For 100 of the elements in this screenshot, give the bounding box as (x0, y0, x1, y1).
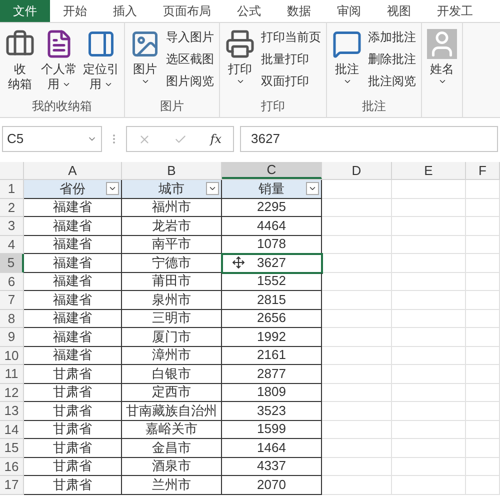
formula-field[interactable]: 3627 (240, 126, 498, 152)
ribbon-tab[interactable]: 文件 (0, 0, 50, 22)
empty-cell (322, 402, 392, 420)
empty-cell (322, 346, 392, 365)
row-header[interactable]: 11 (0, 365, 24, 384)
ribbon-tab[interactable]: 页面布局 (150, 0, 224, 22)
table-cell: 酒泉市 (122, 458, 222, 476)
row-header[interactable]: 4 (0, 236, 24, 254)
column-header[interactable]: D (322, 162, 392, 179)
ribbon-tab[interactable]: 审阅 (324, 0, 374, 22)
table-cell: 福建省 (24, 272, 122, 291)
column-header[interactable]: A (24, 162, 122, 179)
ribbon-button[interactable]: 选区截图 (166, 51, 214, 68)
ribbon-button[interactable]: 双面打印 (261, 73, 321, 90)
row-header[interactable]: 5 (0, 254, 24, 272)
empty-cell (322, 217, 392, 236)
filter-button[interactable] (106, 182, 119, 195)
table-cell: 福建省 (24, 217, 122, 236)
ribbon-button[interactable]: 导入图片 (166, 29, 214, 46)
ribbon-tab[interactable]: 开始 (50, 0, 100, 22)
empty-cell (466, 420, 500, 439)
ribbon-button[interactable]: 定位引 用 (81, 29, 121, 97)
panel-icon (86, 29, 116, 59)
ribbon-button[interactable]: 批注阅览 (368, 73, 416, 90)
ribbon-button[interactable]: 删除批注 (368, 51, 416, 68)
row-header[interactable]: 17 (0, 476, 24, 494)
empty-cell (322, 254, 392, 272)
table-cell: 厦门市 (122, 328, 222, 346)
column-header[interactable]: F (466, 162, 500, 179)
ribbon-button[interactable]: 打印当前页 (261, 29, 321, 46)
printer-icon (225, 29, 255, 59)
ribbon-tab[interactable]: 数据 (274, 0, 324, 22)
empty-cell (466, 365, 500, 384)
empty-cell (322, 291, 392, 310)
table-cell: 福建省 (24, 328, 122, 346)
filter-button[interactable] (306, 182, 319, 195)
row-header[interactable]: 16 (0, 458, 24, 476)
row-header[interactable]: 10 (0, 346, 24, 365)
empty-cell (466, 217, 500, 236)
row-header[interactable]: 13 (0, 402, 24, 420)
row-header[interactable]: 1 (0, 180, 24, 198)
filter-button[interactable] (206, 182, 219, 195)
ribbon-tab[interactable]: 视图 (374, 0, 424, 22)
row-header[interactable]: 12 (0, 384, 24, 402)
table-cell: 金昌市 (122, 439, 222, 458)
table-cell: 南平市 (122, 236, 222, 254)
empty-cell (322, 458, 392, 476)
table-cell: 白银市 (122, 365, 222, 384)
ribbon-button[interactable]: 打印 (223, 29, 257, 97)
row-header[interactable]: 3 (0, 217, 24, 236)
caret-icon (308, 184, 317, 193)
empty-cell (322, 272, 392, 291)
caret-icon (108, 184, 117, 193)
person-icon (427, 29, 457, 59)
ribbon-button[interactable]: 个人常 用 (39, 29, 79, 97)
empty-cell (322, 236, 392, 254)
table-cell: 福建省 (24, 291, 122, 310)
ribbon-button[interactable]: 批注 (330, 29, 364, 97)
empty-cell (466, 291, 500, 310)
ribbon-button[interactable]: 添加批注 (368, 29, 416, 46)
ribbon-tab[interactable]: 插入 (100, 0, 150, 22)
row-header[interactable]: 9 (0, 328, 24, 346)
ribbon-button[interactable]: 姓名 (425, 29, 459, 99)
column-header[interactable]: C (222, 162, 322, 179)
ribbon-button[interactable]: 收 纳箱 (3, 29, 37, 97)
table-cell: 1992 (222, 328, 322, 346)
empty-cell (466, 458, 500, 476)
empty-cell (322, 384, 392, 402)
row-header[interactable]: 14 (0, 420, 24, 439)
empty-cell (322, 439, 392, 458)
column-header[interactable]: E (392, 162, 466, 179)
row-header[interactable]: 8 (0, 310, 24, 328)
table-cell: 2295 (222, 198, 322, 217)
table-cell: 1809 (222, 384, 322, 402)
table-cell: 3627 (222, 254, 322, 272)
header-cell: 销量 (222, 180, 322, 198)
function-button[interactable]: fx (210, 130, 222, 148)
table-cell: 龙岩市 (122, 217, 222, 236)
ribbon-button[interactable]: 图片阅览 (166, 73, 214, 90)
group-label: 图片 (159, 98, 185, 115)
ribbon-tab[interactable]: 公式 (224, 0, 274, 22)
row-header[interactable]: 15 (0, 439, 24, 458)
table-cell: 1552 (222, 272, 322, 291)
row-header[interactable]: 6 (0, 272, 24, 291)
empty-cell (322, 198, 392, 217)
ribbon-tab[interactable]: 开发工 (424, 0, 486, 22)
ribbon-button[interactable]: 图片 (128, 29, 162, 97)
table-cell: 2070 (222, 476, 322, 494)
row-header[interactable]: 2 (0, 198, 24, 217)
ribbon-button[interactable]: 批量打印 (261, 51, 321, 68)
empty-cell (466, 180, 500, 198)
name-box[interactable]: C5 (2, 126, 102, 152)
table-cell: 2815 (222, 291, 322, 310)
empty-cell (466, 254, 500, 272)
check-icon[interactable] (174, 132, 188, 146)
table-cell: 甘肃省 (24, 458, 122, 476)
row-header[interactable]: 7 (0, 291, 24, 310)
table-cell: 兰州市 (122, 476, 222, 494)
group-label: 批注 (361, 98, 387, 115)
empty-cell (322, 328, 392, 346)
